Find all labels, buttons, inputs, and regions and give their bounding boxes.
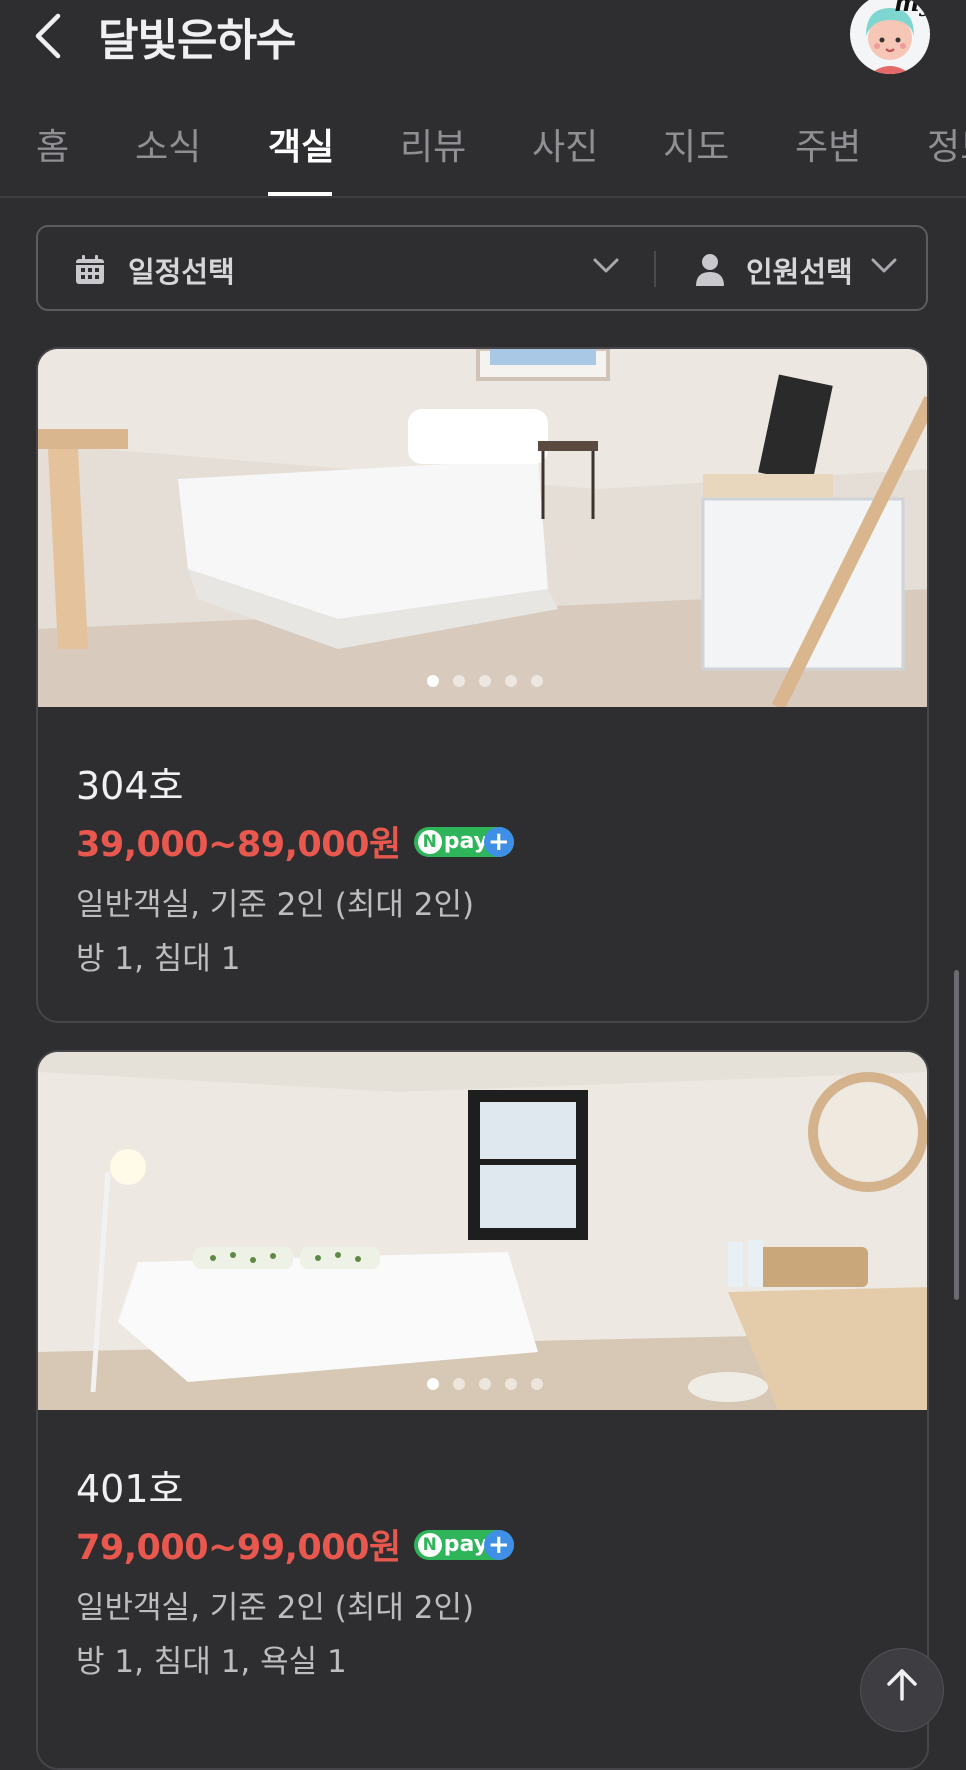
room-card[interactable]: 304호 39,000~89,000원 N pay + 일반객실, 기준 2인 … [36,347,929,1023]
tab-bar: 홈 소식 객실 리뷰 사진 지도 주변 정보 [0,90,966,198]
active-tab-indicator [268,192,332,196]
room-facilities: 방 1, 침대 1 [76,941,241,977]
filter-divider [654,251,656,287]
avatar[interactable]: my [850,0,930,74]
room-name: 304호 [76,764,184,808]
pagination-dot[interactable] [504,1378,517,1390]
pagination-dot[interactable] [478,675,491,687]
back-arrow-icon[interactable] [30,10,70,62]
pagination-dot[interactable] [478,1378,491,1390]
tab-home[interactable]: 홈 [36,118,69,170]
room-type-capacity: 일반객실, 기준 2인 (최대 2인) [76,887,475,923]
plus-icon: + [483,1529,514,1560]
pagination-dot[interactable] [452,675,465,687]
room-name: 401호 [76,1467,184,1511]
plus-icon: + [483,826,514,857]
room-price: 39,000~89,000원 [76,825,401,865]
tab-nearby[interactable]: 주변 [795,118,861,170]
arrow-up-icon [887,1669,917,1701]
chevron-down-icon[interactable] [870,257,898,275]
tab-photos[interactable]: 사진 [532,118,598,170]
header: 달빛은하수 my [0,0,966,90]
pagination-dot[interactable] [530,1378,543,1390]
tab-map[interactable]: 지도 [663,118,729,170]
avatar-label: my [894,0,930,17]
price-row: 79,000~99,000원 N pay + [76,1519,514,1568]
calendar-icon [76,255,104,284]
price-row: 39,000~89,000원 N pay + [76,816,514,865]
tab-info[interactable]: 정보 [927,118,966,170]
room-photo[interactable] [38,349,927,707]
people-select-label[interactable]: 인원선택 [746,249,853,291]
scroll-to-top-button[interactable] [860,1648,944,1732]
pagination-dot[interactable] [426,675,439,687]
photo-pagination [38,1375,927,1394]
room-photo-image [38,349,927,707]
pagination-dot[interactable] [426,1378,439,1390]
booking-filter: 일정선택 인원선택 [36,225,928,311]
room-price: 79,000~99,000원 [76,1528,401,1568]
page-title: 달빛은하수 [98,15,296,66]
naver-n-icon: N [417,829,442,854]
tab-reviews[interactable]: 리뷰 [400,118,466,170]
tab-rooms[interactable]: 객실 [268,118,334,170]
room-card[interactable]: 401호 79,000~99,000원 N pay + 일반객실, 기준 2인 … [36,1050,929,1770]
date-select-label[interactable]: 일정선택 [128,249,235,291]
room-type-capacity: 일반객실, 기준 2인 (최대 2인) [76,1590,475,1626]
chevron-down-icon[interactable] [592,257,620,275]
tab-news[interactable]: 소식 [135,118,201,170]
room-photo[interactable] [38,1052,927,1410]
npay-plus-badge: N pay + [413,1529,514,1560]
pagination-dot[interactable] [452,1378,465,1390]
person-icon [696,254,724,286]
pagination-dot[interactable] [530,675,543,687]
pagination-dot[interactable] [504,675,517,687]
photo-pagination [38,672,927,691]
npay-plus-badge: N pay + [413,826,514,857]
room-facilities: 방 1, 침대 1, 욕실 1 [76,1644,347,1680]
naver-n-icon: N [417,1532,442,1557]
scrollbar[interactable] [954,970,959,1300]
room-photo-image [38,1052,927,1410]
